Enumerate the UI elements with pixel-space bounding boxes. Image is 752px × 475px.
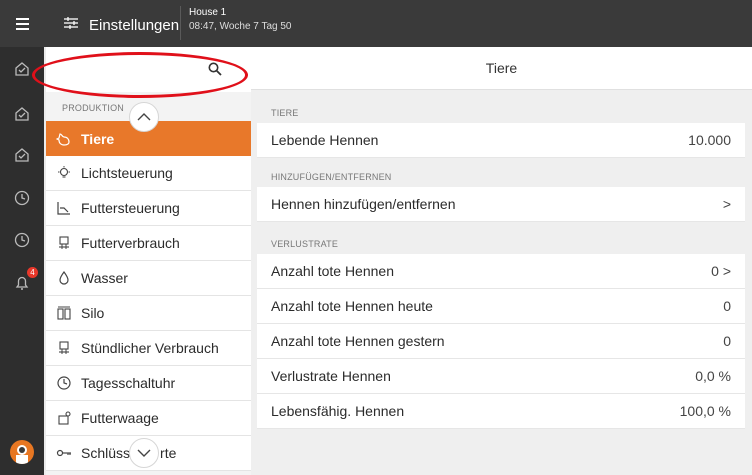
- sidebar-item-lichtsteuerung[interactable]: Lichtsteuerung: [46, 156, 251, 191]
- row-value: 0: [723, 298, 731, 314]
- sidebar-item-label: Futterwaage: [81, 410, 159, 426]
- header-divider: [180, 6, 181, 40]
- row-value: 100,0 %: [679, 403, 731, 419]
- sidebar-item-futterverbrauch[interactable]: Futterverbrauch: [46, 226, 251, 261]
- row-value: 0 >: [711, 263, 731, 279]
- hamburger-menu-icon[interactable]: [0, 0, 44, 47]
- silo-icon: [57, 306, 71, 320]
- section-label: PRODUKTION: [62, 103, 125, 113]
- group-label-tiere: TIERE: [271, 108, 299, 118]
- feed-consumption-icon: [59, 236, 69, 249]
- house-check-icon[interactable]: [13, 60, 31, 78]
- settings-sidebar: PRODUKTION Tiere Lichtsteuerung Futterst…: [46, 47, 251, 475]
- app-title: Einstellungen: [89, 17, 180, 34]
- water-drop-icon: [59, 270, 69, 285]
- row-label: Hennen hinzufügen/entfernen: [271, 196, 456, 212]
- key-icon: [56, 449, 71, 457]
- sidebar-item-label: Futterverbrauch: [81, 235, 180, 251]
- sidebar-item-label: Stündlicher Verbrauch: [81, 340, 219, 356]
- row-label: Anzahl tote Hennen heute: [271, 298, 433, 314]
- row-label: Lebende Hennen: [271, 132, 379, 148]
- house-time: 08:47, Woche 7 Tag 50: [189, 21, 292, 32]
- main-panel: Tiere TIERE Lebende Hennen 10.000 HINZUF…: [251, 47, 752, 475]
- house-check-icon[interactable]: [13, 105, 31, 123]
- sidebar-item-stundlicher-verbrauch[interactable]: Stündlicher Verbrauch: [46, 331, 251, 366]
- user-avatar-icon: [16, 445, 28, 464]
- sidebar-item-label: Schlüss: [81, 445, 131, 461]
- row-anzahl-tote-hennen[interactable]: Anzahl tote Hennen 0 >: [257, 254, 745, 289]
- feed-control-icon: [57, 202, 70, 215]
- clock-icon[interactable]: [13, 231, 31, 249]
- row-lebende-hennen: Lebende Hennen 10.000: [257, 123, 745, 158]
- panel-header: Tiere: [251, 47, 752, 90]
- row-lebensfaehig-hennen: Lebensfähig. Hennen 100,0 %: [257, 394, 745, 429]
- house-check-icon[interactable]: [13, 146, 31, 164]
- row-tote-hennen-heute: Anzahl tote Hennen heute 0: [257, 289, 745, 324]
- scroll-down-button[interactable]: [129, 438, 159, 468]
- notification-badge: 4: [27, 267, 38, 278]
- group-label-hinzufuegen: HINZUFÜGEN/ENTFERNEN: [271, 172, 392, 182]
- icon-rail: 4: [0, 47, 44, 475]
- sidebar-item-silo[interactable]: Silo: [46, 296, 251, 331]
- scale-icon: [58, 411, 71, 425]
- row-label: Anzahl tote Hennen gestern: [271, 333, 445, 349]
- settings-sliders-icon: [64, 17, 78, 29]
- sidebar-item-tagesschaltuhr[interactable]: Tagesschaltuhr: [46, 366, 251, 401]
- row-label: Verlustrate Hennen: [271, 368, 391, 384]
- avatar[interactable]: [10, 440, 34, 464]
- sidebar-item-label-end: rte: [160, 445, 177, 461]
- row-label: Lebensfähig. Hennen: [271, 403, 405, 419]
- clock-icon[interactable]: [13, 189, 31, 207]
- sidebar-item-wasser[interactable]: Wasser: [46, 261, 251, 296]
- sidebar-item-label: Wasser: [81, 270, 128, 286]
- group-label-verlustrate: VERLUSTRATE: [271, 239, 339, 249]
- row-value: 0: [723, 333, 731, 349]
- scroll-up-button[interactable]: [129, 102, 159, 132]
- sidebar-item-label: Futtersteuerung: [81, 200, 180, 216]
- clock-icon: [57, 376, 71, 390]
- sidebar-item-label: Tiere: [81, 130, 115, 147]
- row-value: 10.000: [688, 132, 731, 148]
- top-bar: Einstellungen House 1 08:47, Woche 7 Tag…: [0, 0, 752, 47]
- hourly-consumption-icon: [59, 341, 69, 354]
- page-title: Tiere: [485, 60, 518, 76]
- highlight-ellipse: [32, 52, 248, 98]
- sidebar-item-label: Silo: [81, 305, 105, 321]
- row-value: 0,0 %: [695, 368, 731, 384]
- row-verlustrate-hennen: Verlustrate Hennen 0,0 %: [257, 359, 745, 394]
- row-tote-hennen-gestern: Anzahl tote Hennen gestern 0: [257, 324, 745, 359]
- light-bulb-icon: [58, 166, 70, 178]
- row-label: Anzahl tote Hennen: [271, 263, 394, 279]
- house-name: House 1: [189, 7, 227, 18]
- chevron-down-icon: [137, 449, 151, 457]
- sidebar-item-futterwaage[interactable]: Futterwaage: [46, 401, 251, 436]
- sidebar-item-label: Lichtsteuerung: [81, 165, 173, 181]
- chevron-right-icon: >: [722, 196, 731, 212]
- chevron-up-icon: [137, 113, 151, 121]
- sidebar-item-futtersteuerung[interactable]: Futtersteuerung: [46, 191, 251, 226]
- sidebar-item-label: Tagesschaltuhr: [81, 375, 176, 391]
- row-hennen-hinzufuegen[interactable]: Hennen hinzufügen/entfernen >: [257, 187, 745, 222]
- chicken-icon: [56, 132, 70, 146]
